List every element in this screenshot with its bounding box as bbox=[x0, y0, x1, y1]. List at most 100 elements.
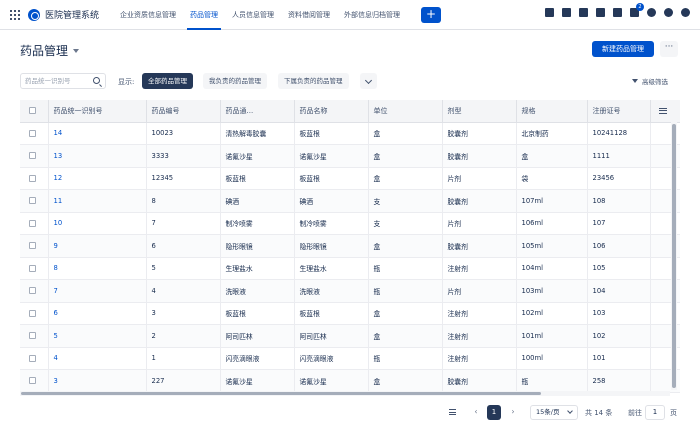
table-cell: 101ml bbox=[516, 324, 588, 348]
nav-item-qualification[interactable]: 企业资质信息管理 bbox=[113, 0, 183, 30]
column-header[interactable]: 药品名称 bbox=[294, 100, 369, 123]
nav-item-borrowing[interactable]: 资料借阅管理 bbox=[281, 0, 337, 30]
search-input[interactable] bbox=[21, 74, 91, 88]
page-button-current[interactable]: 1 bbox=[487, 405, 501, 420]
chevron-down-icon[interactable] bbox=[360, 73, 377, 89]
document-icon[interactable] bbox=[579, 8, 588, 17]
page-size-select[interactable]: 15条/页 bbox=[530, 405, 578, 420]
table-row[interactable]: 11 8 碘酒 碘酒支胶囊剂 107ml 108 bbox=[20, 189, 680, 213]
vertical-scrollbar-thumb[interactable] bbox=[672, 124, 676, 388]
horizontal-scrollbar-thumb[interactable] bbox=[21, 392, 541, 395]
select-all-checkbox-cell bbox=[20, 100, 49, 123]
table-cell: 胶囊剂 bbox=[442, 189, 517, 213]
column-header[interactable]: 药品编号 bbox=[146, 100, 221, 123]
table-cell: 盒 bbox=[368, 369, 443, 393]
row-checkbox[interactable] bbox=[29, 242, 36, 250]
table-cell: 板蓝根 bbox=[294, 122, 369, 145]
page-size-value: 15条/页 bbox=[536, 408, 560, 416]
drug-id-link[interactable]: 11 bbox=[48, 189, 147, 213]
table-cell: 诺氟沙星 bbox=[220, 369, 295, 393]
row-checkbox[interactable] bbox=[29, 309, 36, 317]
table-cell: 2 bbox=[146, 324, 221, 348]
drug-id-link[interactable]: 12 bbox=[48, 167, 147, 190]
bell-icon[interactable]: 2 bbox=[630, 3, 644, 17]
total-count: 共 14 条 bbox=[585, 409, 613, 417]
table-cell: 支 bbox=[368, 212, 443, 235]
row-checkbox-cell bbox=[20, 324, 49, 348]
row-checkbox[interactable] bbox=[29, 197, 36, 205]
help-icon[interactable] bbox=[647, 8, 656, 17]
row-checkbox[interactable] bbox=[29, 219, 36, 227]
table-cell: 104 bbox=[587, 279, 651, 303]
drug-id-link[interactable]: 7 bbox=[48, 279, 147, 303]
goto-page-input[interactable]: 1 bbox=[645, 405, 665, 420]
table-row[interactable]: 13 3333 诺氟沙星 诺氟沙星盒胶囊剂盒 1111 bbox=[20, 144, 680, 168]
search-icon[interactable] bbox=[93, 77, 100, 84]
table-cell: 板蓝根 bbox=[294, 302, 369, 325]
table-row[interactable]: 4 1 闪亮滴眼液 闪亮滴眼液瓶注射剂 100ml 101 bbox=[20, 347, 680, 370]
table-cell: 107 bbox=[587, 212, 651, 235]
column-header[interactable]: 药品通... bbox=[220, 100, 295, 123]
create-button[interactable]: + bbox=[421, 6, 442, 23]
table-row[interactable]: 9 6 隐形眼镜 隐形眼镜盒胶囊剂 105ml 106 bbox=[20, 234, 680, 258]
avatar[interactable] bbox=[681, 8, 690, 17]
app-launcher-icon[interactable] bbox=[10, 9, 20, 20]
row-checkbox[interactable] bbox=[29, 152, 36, 160]
column-header[interactable]: 规格 bbox=[516, 100, 588, 123]
drug-id-link[interactable]: 3 bbox=[48, 369, 147, 393]
column-header[interactable]: 剂型 bbox=[442, 100, 517, 123]
table-row[interactable]: 12 12345 板蓝根 板蓝根盒片剂袋 23456 bbox=[20, 167, 680, 190]
list-icon[interactable] bbox=[449, 409, 456, 415]
column-header[interactable]: 单位 bbox=[368, 100, 443, 123]
user-icon[interactable] bbox=[562, 8, 571, 17]
nav-item-personnel[interactable]: 人员信息管理 bbox=[225, 0, 281, 30]
task-icon[interactable] bbox=[545, 8, 554, 17]
row-checkbox[interactable] bbox=[29, 287, 36, 295]
drug-id-link[interactable]: 13 bbox=[48, 144, 147, 168]
drug-id-link[interactable]: 14 bbox=[48, 122, 147, 145]
drug-id-link[interactable]: 8 bbox=[48, 257, 147, 280]
table-row[interactable]: 6 3 板蓝根 板蓝根盒注射剂 102ml 103 bbox=[20, 302, 680, 325]
table-row[interactable]: 10 7 制冷喷雾 制冷喷雾支片剂 106ml 107 bbox=[20, 212, 680, 235]
nav-item-archive[interactable]: 外部信息归档管理 bbox=[337, 0, 407, 30]
table-row[interactable]: 5 2 阿司匹林 阿司匹林盒注射剂 101ml 102 bbox=[20, 324, 680, 348]
table-cell: 胶囊剂 bbox=[442, 234, 517, 258]
column-settings-icon[interactable] bbox=[658, 107, 667, 114]
row-checkbox[interactable] bbox=[29, 129, 36, 137]
advanced-filter-button[interactable]: 高级筛选 bbox=[632, 76, 668, 86]
filter-chip-mine[interactable]: 我负责的药品管理 bbox=[203, 73, 267, 89]
table-row[interactable]: 14 10023 清热解毒胶囊 板蓝根盒胶囊剂 北京制药 10241128 bbox=[20, 122, 680, 145]
next-page-button[interactable]: › bbox=[509, 408, 517, 416]
new-drug-button[interactable]: 新建药品管理 bbox=[592, 41, 654, 57]
calendar-icon[interactable] bbox=[613, 8, 622, 17]
table-cell: 制冷喷雾 bbox=[220, 212, 295, 235]
page-title[interactable]: 药品管理 bbox=[20, 42, 80, 59]
column-header[interactable]: 药品统一识别号 bbox=[48, 100, 147, 123]
table-row[interactable]: 3 227 诺氟沙星 诺氟沙星盒胶囊剂瓶 258 bbox=[20, 369, 680, 393]
pagination: ‹ 1 › 15条/页 共 14 条 前往 1 页 bbox=[0, 405, 700, 421]
gear-icon[interactable] bbox=[664, 8, 673, 17]
drug-id-link[interactable]: 10 bbox=[48, 212, 147, 235]
drug-id-link[interactable]: 6 bbox=[48, 302, 147, 325]
table-cell: 盒 bbox=[368, 122, 443, 145]
row-checkbox[interactable] bbox=[29, 332, 36, 340]
more-button[interactable]: ··· bbox=[660, 41, 678, 57]
filter-chip-all[interactable]: 全部药品管理 bbox=[142, 73, 193, 89]
table-row[interactable]: 7 4 洗眼液 洗眼液瓶片剂 103ml 104 bbox=[20, 279, 680, 303]
row-checkbox[interactable] bbox=[29, 264, 36, 272]
page-title-text: 药品管理 bbox=[20, 44, 69, 58]
table-row[interactable]: 8 5 生理盐水 生理盐水瓶注射剂 104ml 105 bbox=[20, 257, 680, 280]
prev-page-button[interactable]: ‹ bbox=[472, 408, 480, 416]
drug-id-link[interactable]: 5 bbox=[48, 324, 147, 348]
select-all-checkbox[interactable] bbox=[29, 107, 36, 115]
table-cell: 北京制药 bbox=[516, 122, 588, 145]
filter-chip-subordinates[interactable]: 下属负责的药品管理 bbox=[278, 73, 349, 89]
drug-id-link[interactable]: 9 bbox=[48, 234, 147, 258]
phone-icon[interactable] bbox=[596, 8, 605, 17]
drug-id-link[interactable]: 4 bbox=[48, 347, 147, 370]
row-checkbox[interactable] bbox=[29, 354, 36, 362]
nav-item-drug-management[interactable]: 药品管理 bbox=[183, 0, 225, 30]
row-checkbox[interactable] bbox=[29, 174, 36, 182]
row-checkbox[interactable] bbox=[29, 377, 36, 385]
column-header[interactable]: 注册证号 bbox=[587, 100, 651, 123]
